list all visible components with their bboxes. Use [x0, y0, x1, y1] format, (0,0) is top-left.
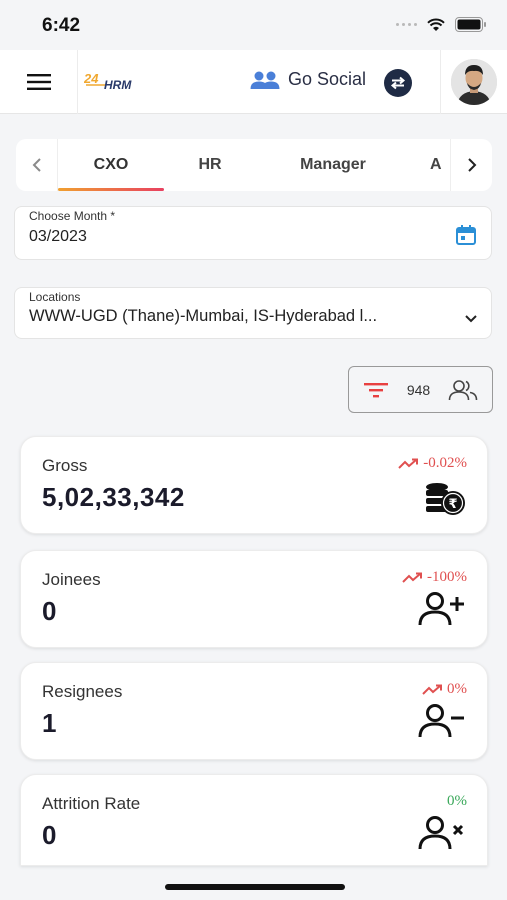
signal-icon: [396, 23, 417, 26]
user-remove-icon: [417, 703, 467, 744]
tab-strip: CXO HR Manager A: [58, 139, 450, 191]
svg-text:HRM: HRM: [104, 78, 132, 92]
locations-label: Locations: [29, 290, 81, 304]
trend-up-icon: [398, 458, 419, 469]
trend-value: -0.02%: [423, 455, 467, 471]
tab-label: A: [430, 156, 442, 173]
calendar-icon: [456, 225, 476, 245]
filter-icon: [364, 382, 388, 397]
tab-cxo[interactable]: CXO: [58, 139, 164, 191]
card-trend: 0%: [447, 793, 467, 810]
hamburger-menu-icon: [26, 74, 51, 90]
status-bar: 6:42: [0, 0, 507, 50]
swap-arrows-icon: [390, 76, 406, 90]
tab-more[interactable]: A: [430, 139, 450, 191]
gross-card[interactable]: Gross 5,02,33,342 -0.02% ₹: [20, 436, 488, 534]
card-trend: 0%: [422, 681, 467, 698]
card-trend: -0.02%: [398, 455, 467, 472]
tab-label: CXO: [93, 156, 129, 173]
joinees-card[interactable]: Joinees 0 -100%: [20, 550, 488, 648]
active-tab-indicator: [58, 188, 164, 191]
card-label: Resignees: [42, 682, 123, 701]
people-outline-icon: [448, 379, 478, 400]
role-tabs: CXO HR Manager A: [16, 139, 492, 191]
month-field[interactable]: Choose Month * 03/2023: [14, 206, 492, 260]
avatar: [451, 59, 497, 105]
trend-up-icon: [402, 572, 422, 583]
swap-button[interactable]: [384, 69, 412, 97]
card-value: 1: [42, 708, 57, 738]
people-group-icon: [250, 71, 280, 89]
go-social-label: Go Social: [288, 69, 367, 89]
tab-manager[interactable]: Manager: [256, 139, 410, 191]
card-label: Gross: [42, 456, 88, 475]
attrition-rate-card[interactable]: Attrition Rate 0 0%: [20, 774, 488, 866]
tab-label: Manager: [300, 156, 366, 173]
rupee-coins-icon: ₹: [423, 481, 467, 522]
card-trend: -100%: [402, 569, 467, 586]
locations-value: WWW-UGD (Thane)-Mumbai, IS-Hyderabad l..…: [29, 307, 378, 325]
chevron-left-icon: [32, 158, 41, 172]
status-time: 6:42: [42, 15, 81, 36]
employee-filter-button[interactable]: 948: [348, 366, 493, 413]
profile-button[interactable]: [440, 50, 507, 114]
home-indicator[interactable]: [165, 884, 345, 890]
go-social-link[interactable]: Go Social: [250, 69, 366, 90]
card-value: 0: [42, 820, 57, 850]
user-add-icon: [417, 591, 467, 632]
menu-button[interactable]: [0, 50, 78, 114]
app-logo[interactable]: 24 HRM: [83, 70, 154, 94]
employee-count: 948: [406, 381, 431, 398]
card-value: 0: [42, 596, 57, 626]
wifi-icon: [427, 18, 445, 31]
tab-label: HR: [198, 156, 222, 173]
trend-value: 0%: [447, 681, 467, 697]
status-icons: [396, 17, 487, 32]
trend-up-icon: [422, 684, 442, 695]
svg-text:24: 24: [84, 71, 99, 86]
chevron-right-icon: [467, 158, 476, 172]
trend-value: 0%: [447, 793, 467, 809]
tab-scroll-left-button[interactable]: [16, 139, 58, 191]
resignees-card[interactable]: Resignees 1 0%: [20, 662, 488, 760]
card-value: 5,02,33,342: [42, 482, 185, 512]
locations-dropdown[interactable]: [465, 310, 477, 328]
user-cross-icon: [417, 815, 467, 856]
card-label: Attrition Rate: [42, 794, 141, 813]
calendar-button[interactable]: [455, 224, 477, 251]
card-label: Joinees: [42, 570, 101, 589]
month-field-value: 03/2023: [29, 228, 87, 245]
battery-icon: [455, 17, 486, 32]
trend-value: -100%: [427, 569, 467, 585]
tab-scroll-right-button[interactable]: [450, 139, 492, 191]
chevron-down-icon: [465, 315, 477, 323]
app-header: 24 HRM Go Social: [0, 50, 507, 114]
svg-text:₹: ₹: [448, 497, 457, 512]
tab-hr[interactable]: HR: [164, 139, 256, 191]
month-field-label: Choose Month *: [29, 209, 116, 223]
locations-select[interactable]: Locations WWW-UGD (Thane)-Mumbai, IS-Hyd…: [14, 287, 492, 339]
